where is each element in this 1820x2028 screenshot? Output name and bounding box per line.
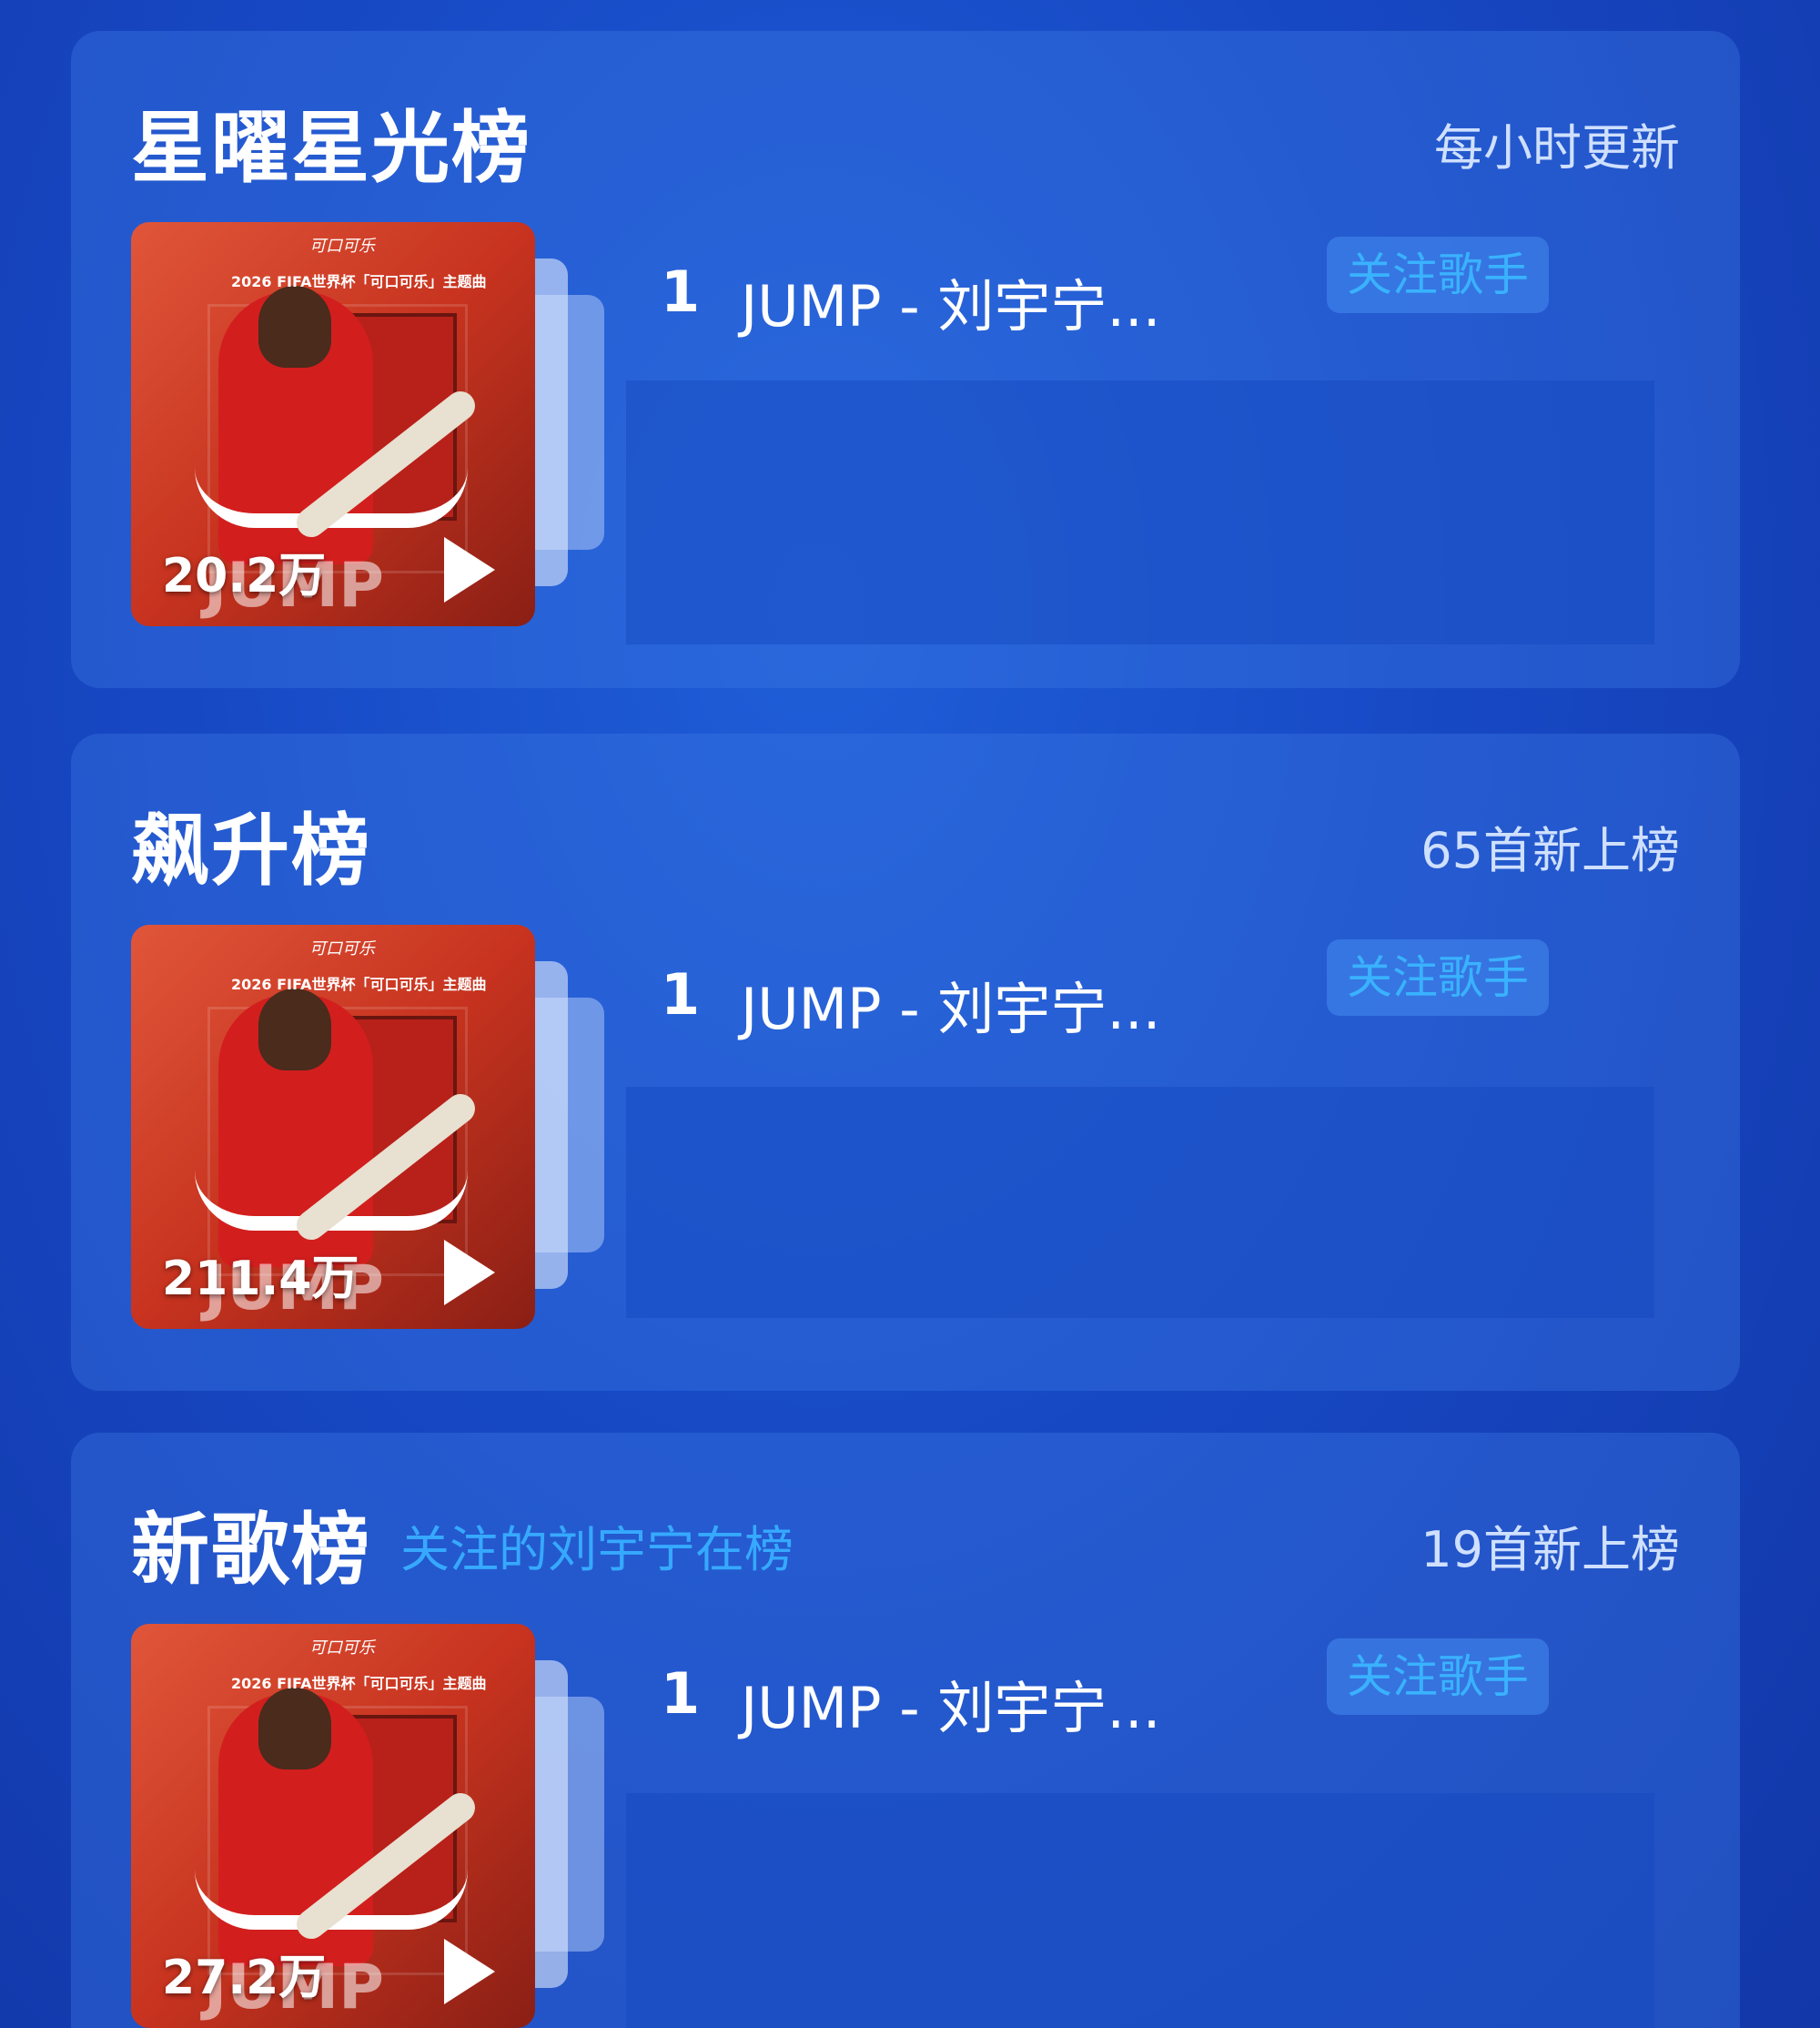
chart-row[interactable]: 1 JUMP - 刘宇宁... 关注歌手	[661, 939, 1680, 1042]
chart-row[interactable]: 1 JUMP - 刘宇宁... 关注歌手	[661, 1638, 1680, 1741]
cover-brand-logo: 可口可乐	[309, 237, 375, 256]
song-title[interactable]: JUMP - 刘宇宁...	[741, 963, 1160, 1045]
cover-head	[258, 286, 331, 368]
album-cover[interactable]: 可口可乐 2026 FIFA世界杯「可口可乐」主题曲 JUMP 211.4万	[131, 925, 535, 1329]
play-count: 211.4万	[162, 1252, 359, 1306]
play-icon[interactable]	[444, 537, 495, 603]
chart-row[interactable]: 1 JUMP - 刘宇宁... 关注歌手	[661, 237, 1680, 340]
list-placeholder	[626, 1087, 1654, 1318]
followed-artist-note[interactable]: 关注的刘宇宁在榜	[400, 1509, 794, 1581]
play-icon[interactable]	[444, 1939, 495, 2004]
follow-artist-button[interactable]: 关注歌手	[1327, 237, 1549, 313]
cover-stack[interactable]: 可口可乐 2026 FIFA世界杯「可口可乐」主题曲 JUMP 20.2万	[131, 222, 604, 626]
chart-title: 星曜星光榜	[131, 103, 531, 194]
song-title[interactable]: JUMP - 刘宇宁...	[741, 1662, 1160, 1744]
song-title[interactable]: JUMP - 刘宇宁...	[741, 260, 1160, 342]
cover-stack[interactable]: 可口可乐 2026 FIFA世界杯「可口可乐」主题曲 JUMP 27.2万	[131, 1624, 604, 2028]
album-cover[interactable]: 可口可乐 2026 FIFA世界杯「可口可乐」主题曲 JUMP 27.2万	[131, 1624, 535, 2028]
list-placeholder	[626, 1793, 1654, 2028]
chart-card-new-songs[interactable]: 新歌榜 关注的刘宇宁在榜 19首新上榜 可口可乐 2026 FIFA世界杯「可口…	[71, 1433, 1740, 2028]
play-icon[interactable]	[444, 1240, 495, 1305]
rank-number: 1	[661, 961, 701, 1028]
chart-title: 飙升榜	[131, 806, 371, 897]
chart-title: 新歌榜	[131, 1505, 371, 1596]
play-count: 20.2万	[162, 549, 327, 603]
cover-head	[258, 1688, 331, 1769]
rank-number: 1	[661, 1660, 701, 1727]
rank-number: 1	[661, 259, 701, 325]
cover-brand-logo: 可口可乐	[309, 1638, 375, 1658]
chart-new-count: 65首新上榜	[1421, 822, 1680, 879]
cover-brand-logo: 可口可乐	[309, 939, 375, 958]
album-cover[interactable]: 可口可乐 2026 FIFA世界杯「可口可乐」主题曲 JUMP 20.2万	[131, 222, 535, 626]
cover-tagline: 2026 FIFA世界杯「可口可乐」主题曲	[231, 273, 487, 290]
list-placeholder	[626, 380, 1654, 644]
play-count: 27.2万	[162, 1951, 327, 2005]
chart-update-note: 每小时更新	[1434, 119, 1680, 177]
follow-artist-button[interactable]: 关注歌手	[1327, 1638, 1549, 1715]
cover-tagline: 2026 FIFA世界杯「可口可乐」主题曲	[231, 1675, 487, 1692]
chart-new-count: 19首新上榜	[1421, 1521, 1680, 1578]
follow-artist-button[interactable]: 关注歌手	[1327, 939, 1549, 1016]
chart-card-star[interactable]: 星曜星光榜 每小时更新 可口可乐 2026 FIFA世界杯「可口可乐」主题曲 J…	[71, 31, 1740, 688]
chart-card-rising[interactable]: 飙升榜 65首新上榜 可口可乐 2026 FIFA世界杯「可口可乐」主题曲 JU…	[71, 734, 1740, 1391]
cover-tagline: 2026 FIFA世界杯「可口可乐」主题曲	[231, 976, 487, 993]
cover-stack[interactable]: 可口可乐 2026 FIFA世界杯「可口可乐」主题曲 JUMP 211.4万	[131, 925, 604, 1329]
cover-head	[258, 989, 331, 1070]
